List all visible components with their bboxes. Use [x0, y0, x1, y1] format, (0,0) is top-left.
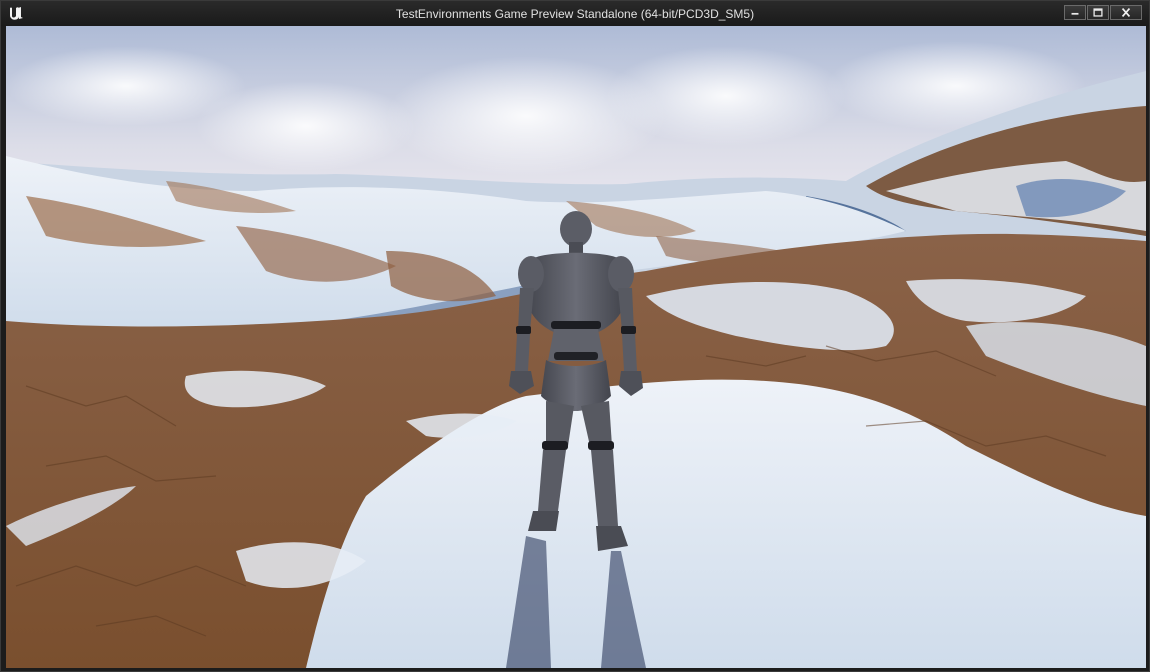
minimize-button[interactable] — [1064, 5, 1086, 20]
game-window: TestEnvironments Game Preview Standalone… — [0, 0, 1150, 672]
close-button[interactable] — [1110, 5, 1142, 20]
game-viewport[interactable] — [6, 26, 1146, 668]
maximize-icon — [1093, 8, 1103, 17]
window-title: TestEnvironments Game Preview Standalone… — [395, 7, 755, 21]
game-scene — [6, 26, 1146, 668]
maximize-button[interactable] — [1087, 5, 1109, 20]
title-bar[interactable]: TestEnvironments Game Preview Standalone… — [1, 1, 1149, 26]
minimize-icon — [1071, 12, 1079, 15]
close-icon — [1121, 8, 1131, 17]
